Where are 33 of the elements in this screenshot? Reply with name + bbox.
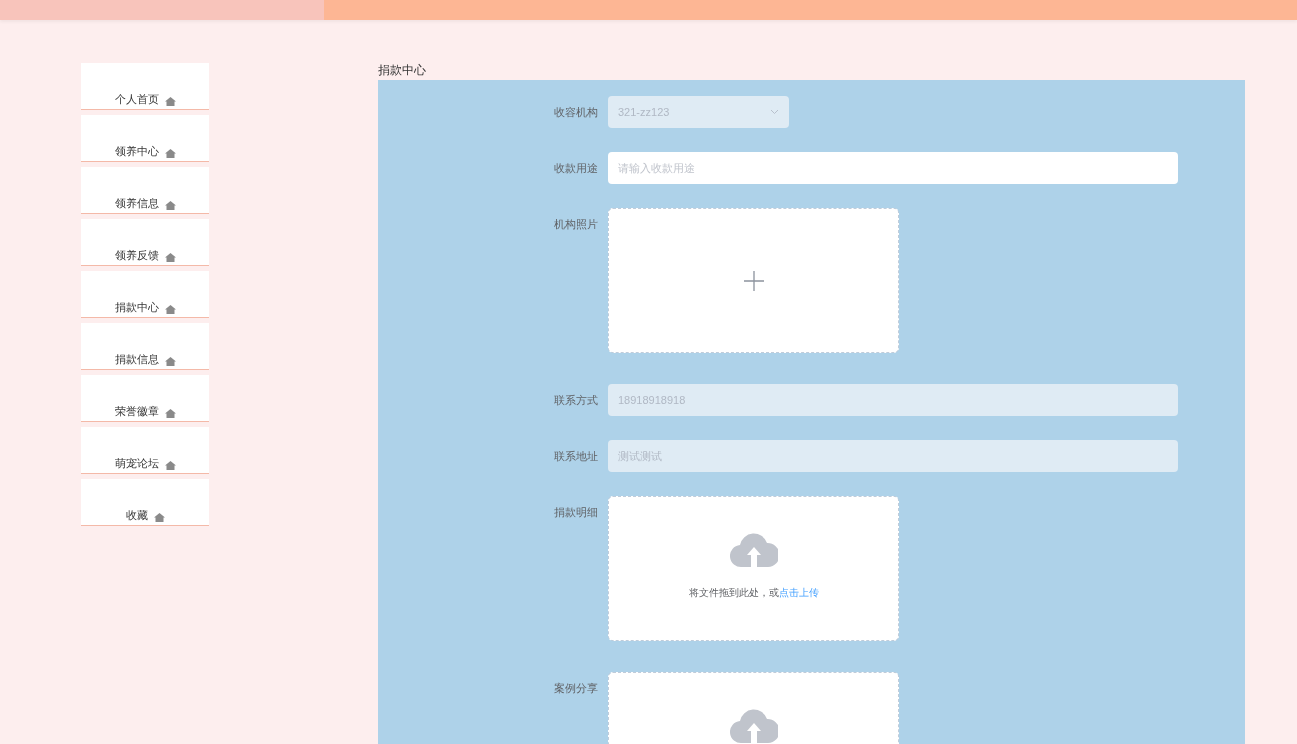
field-label: 联系地址 [553, 449, 599, 464]
upload-cloud-icon [729, 707, 778, 744]
file-drop-area[interactable]: 将文件拖到此处，或点击上传 [608, 496, 899, 641]
page-title: 捐款中心 [378, 62, 427, 79]
field-label: 收款用途 [553, 161, 599, 176]
chevron-down-icon [770, 109, 779, 115]
sidebar-item[interactable]: 收藏 [81, 479, 209, 526]
field-label: 机构照片 [553, 217, 599, 232]
plus-icon [743, 270, 764, 291]
home-icon [164, 201, 176, 210]
home-icon [164, 409, 176, 418]
sidebar-item[interactable]: 捐款信息 [81, 323, 209, 370]
image-upload-area[interactable] [608, 208, 899, 353]
sidebar-item[interactable]: 个人首页 [81, 63, 209, 110]
home-icon [164, 461, 176, 470]
sidebar-item[interactable]: 领养反馈 [81, 219, 209, 266]
sidebar-item[interactable]: 领养中心 [81, 115, 209, 162]
home-icon [164, 253, 176, 262]
home-icon [164, 305, 176, 314]
home-icon [164, 97, 176, 106]
upload-cloud-icon [729, 531, 778, 569]
field-label: 收容机构 [553, 105, 599, 120]
sidebar-item[interactable]: 捐款中心 [81, 271, 209, 318]
upload-hint: 将文件拖到此处，或点击上传 [688, 586, 819, 600]
sidebar-item[interactable]: 荣誉徽章 [81, 375, 209, 422]
home-icon [164, 357, 176, 366]
home-icon [153, 513, 165, 522]
field-label: 案例分享 [553, 681, 599, 696]
home-icon [164, 149, 176, 158]
field-label: 捐款明细 [553, 505, 599, 520]
field-label: 联系方式 [553, 393, 599, 408]
sidebar-item[interactable]: 领养信息 [81, 167, 209, 214]
sidebar-item[interactable]: 萌宠论坛 [81, 427, 209, 474]
